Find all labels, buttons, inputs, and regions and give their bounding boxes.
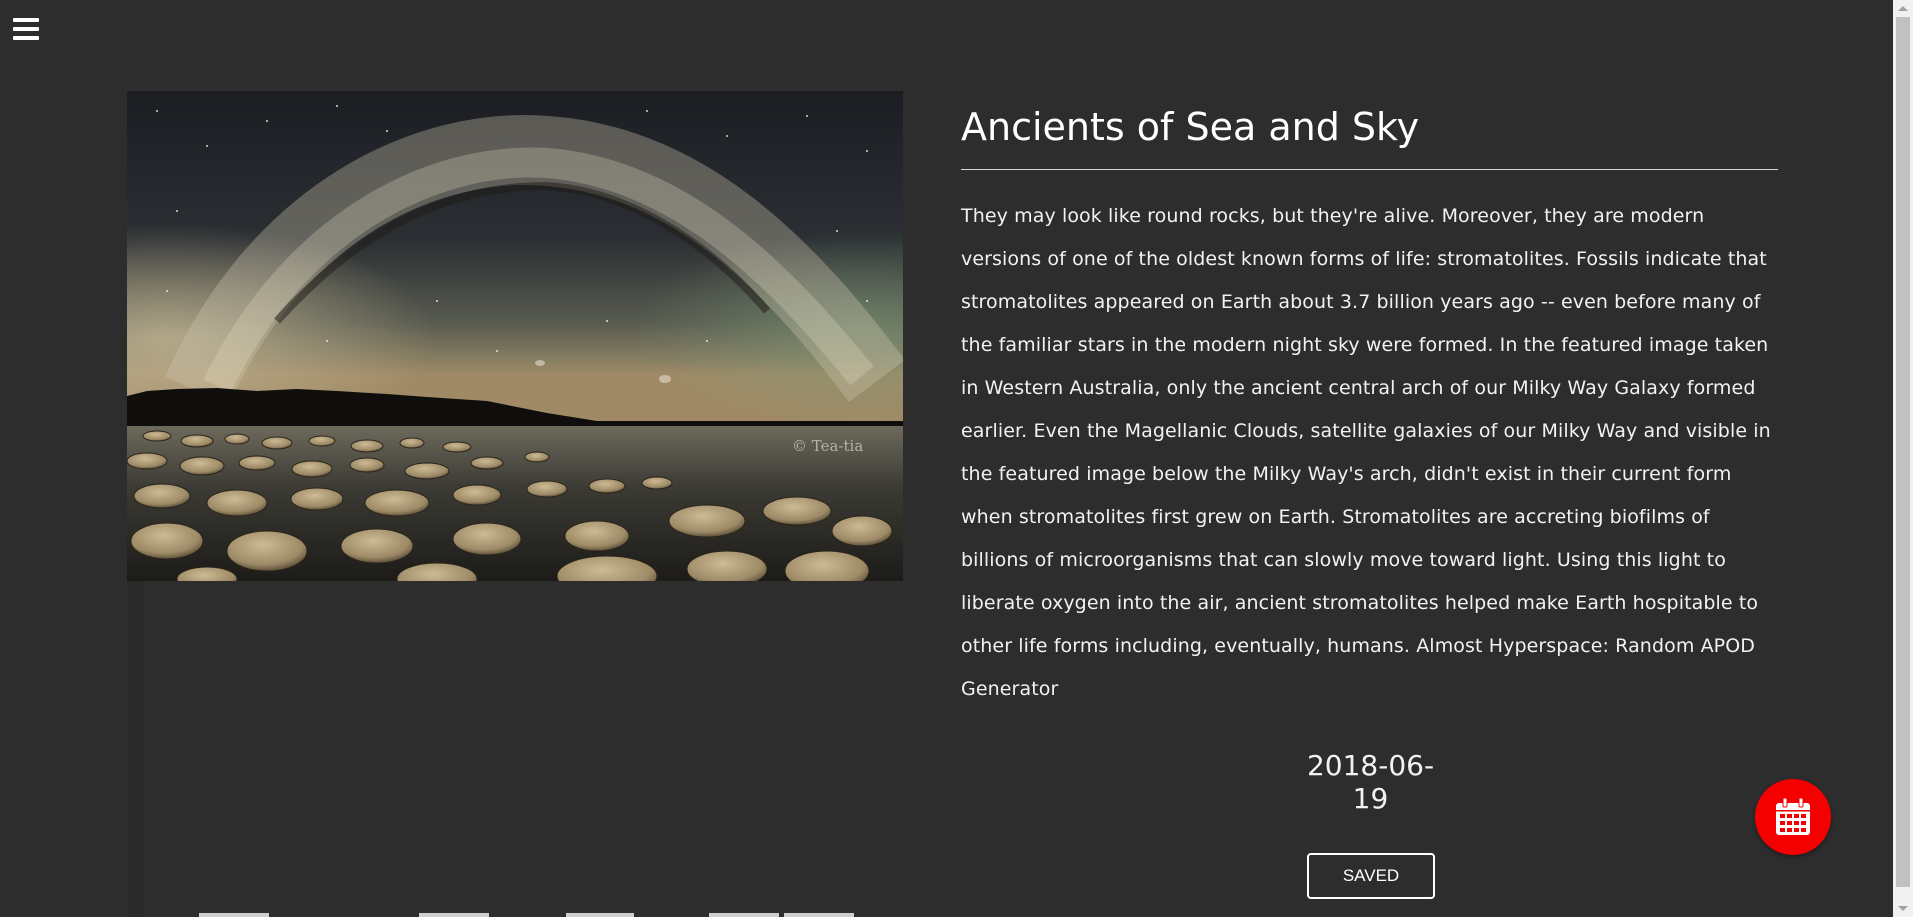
apod-explanation: They may look like round rocks, but they… bbox=[961, 205, 1771, 700]
scroll-up-arrow-icon[interactable] bbox=[1898, 6, 1908, 11]
apod-date: 2018-06-19 bbox=[1306, 749, 1435, 815]
apod-page: © Tea-tia Ancients of Sea and Sky They m… bbox=[0, 0, 1913, 917]
calendar-icon bbox=[1776, 798, 1810, 835]
vertical-scrollbar[interactable] bbox=[1893, 0, 1913, 917]
scroll-down-arrow-icon[interactable] bbox=[1898, 906, 1908, 911]
apod-image: © Tea-tia bbox=[127, 91, 903, 581]
stromatolites-night-sky-image: © Tea-tia bbox=[127, 91, 903, 581]
scrollbar-thumb[interactable] bbox=[1896, 17, 1910, 887]
apod-details: Ancients of Sea and Sky They may look li… bbox=[961, 100, 1779, 711]
thumbnail-strip bbox=[199, 913, 859, 917]
image-credit-watermark: © Tea-tia bbox=[792, 437, 863, 455]
calendar-button[interactable] bbox=[1755, 779, 1831, 855]
apod-title: Ancients of Sea and Sky bbox=[961, 105, 1420, 149]
hamburger-icon[interactable] bbox=[13, 18, 39, 44]
saved-button[interactable]: SAVED bbox=[1307, 853, 1435, 899]
title-divider bbox=[961, 169, 1778, 170]
